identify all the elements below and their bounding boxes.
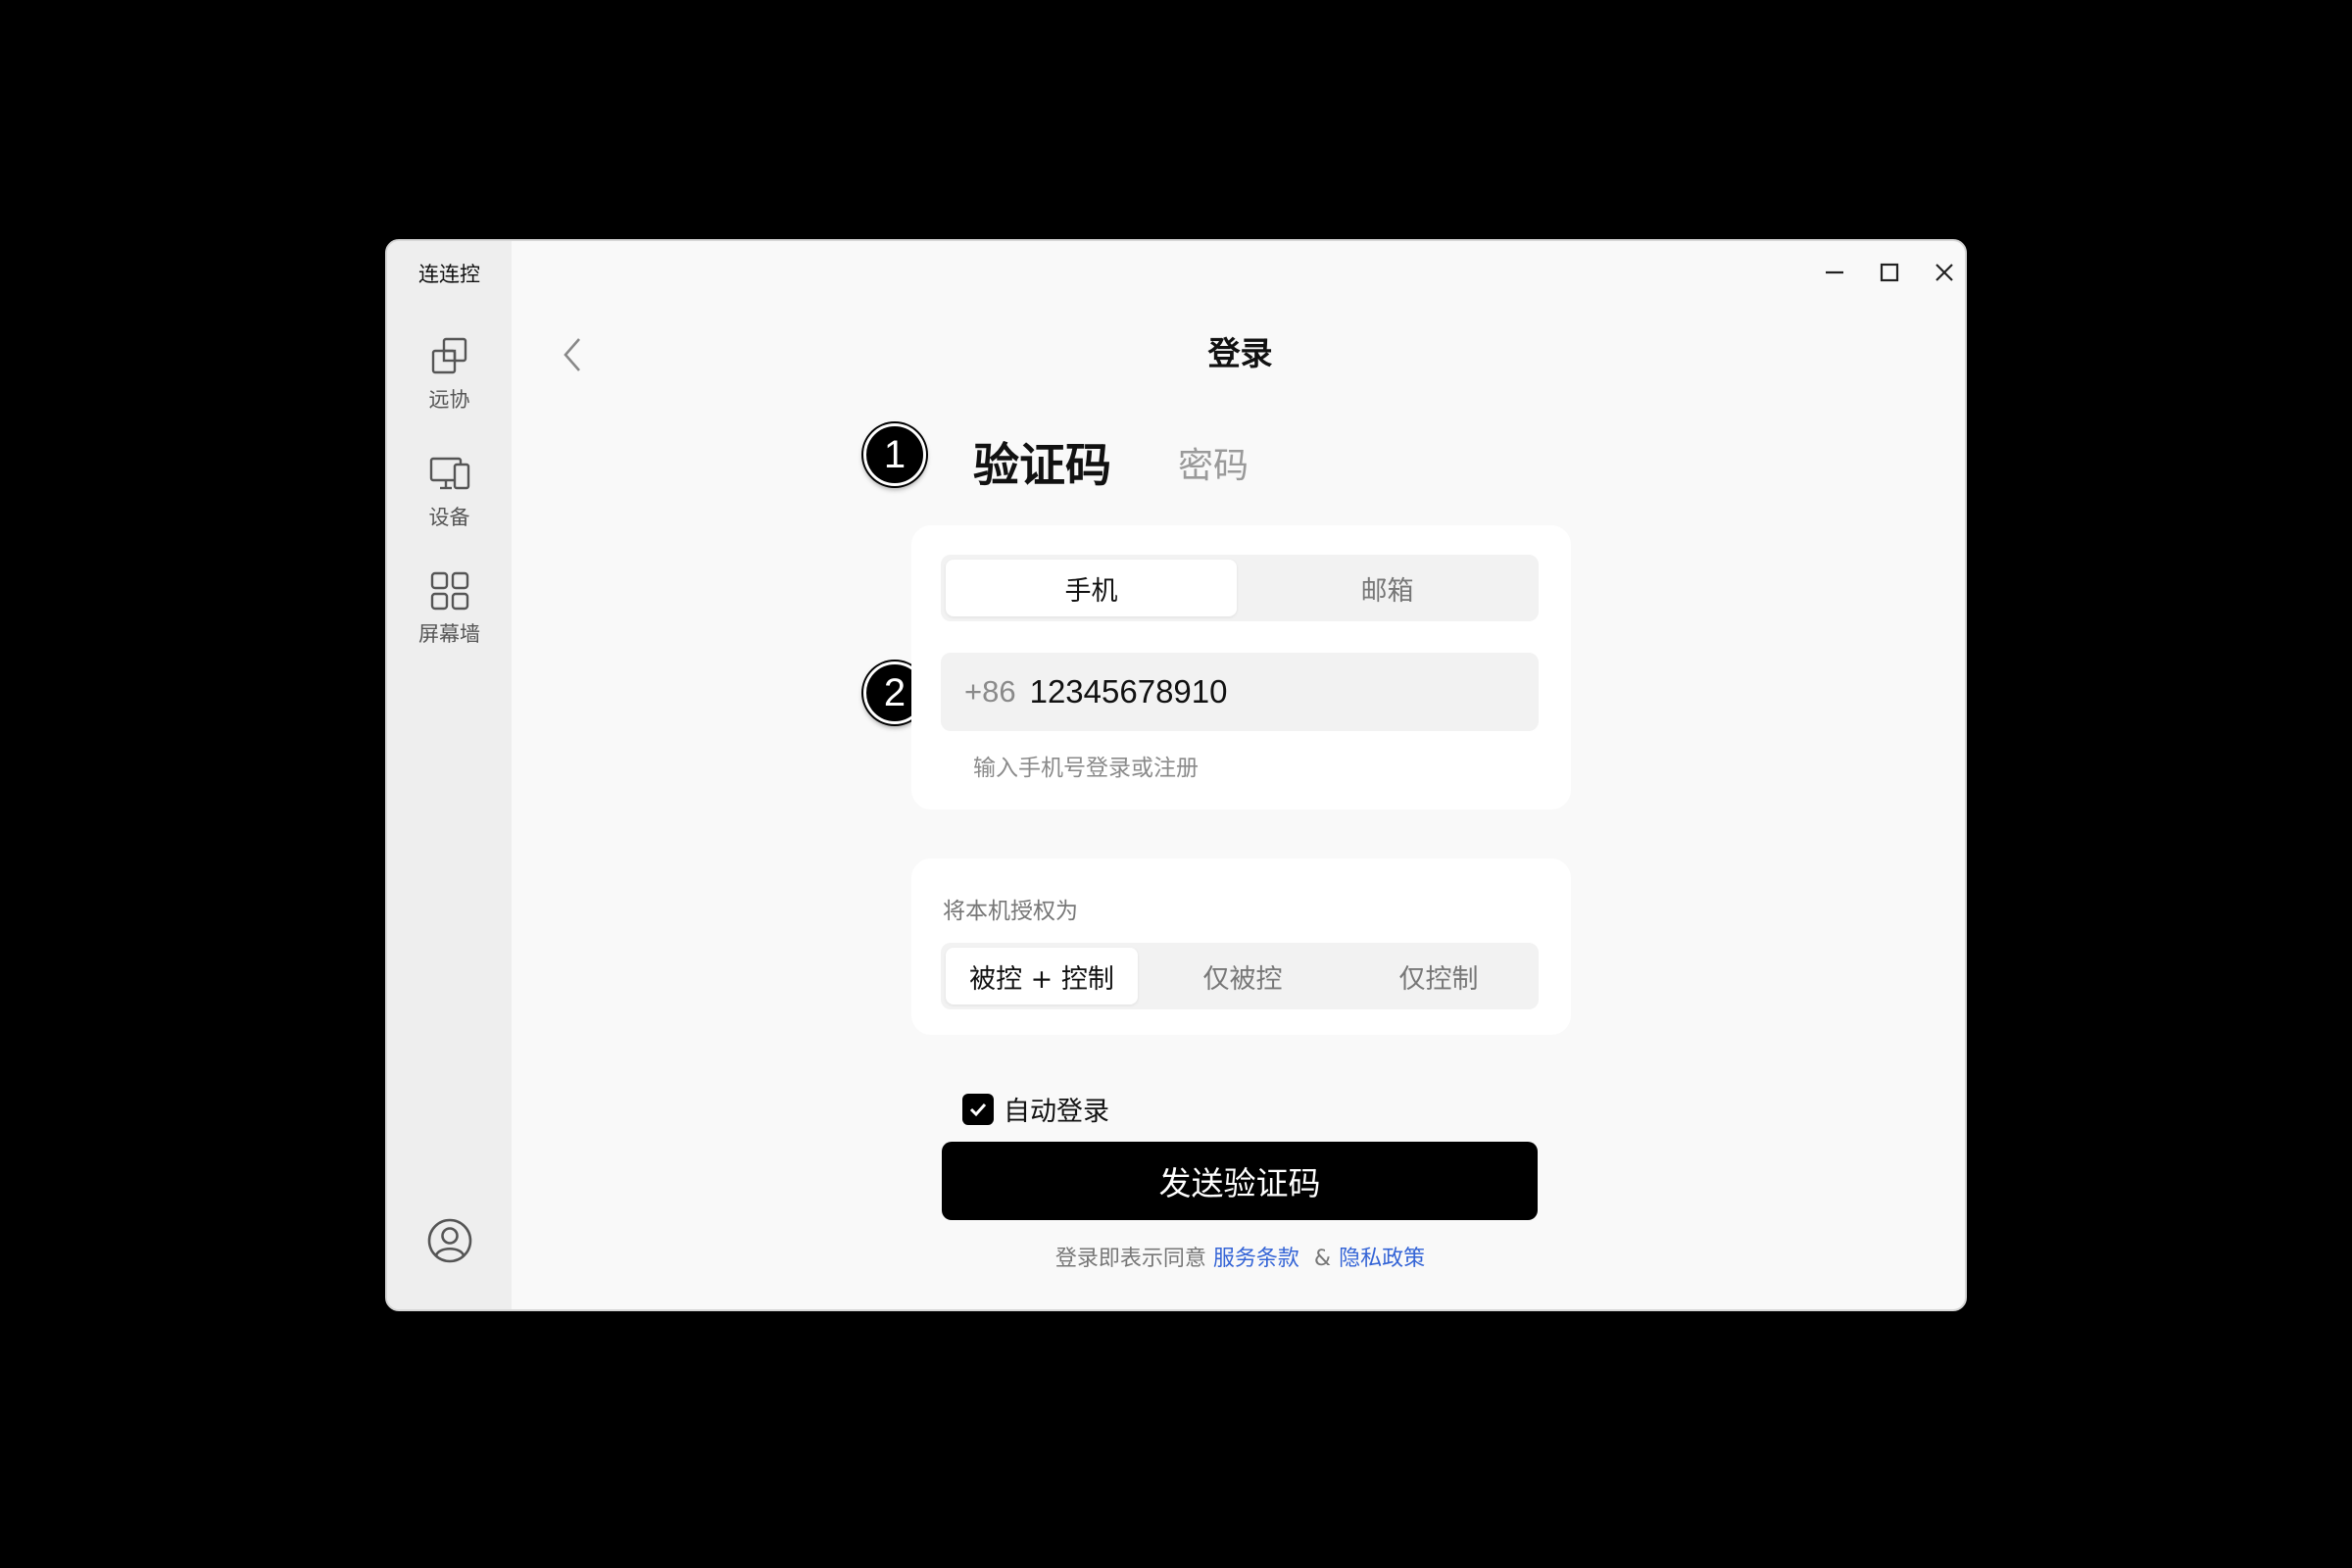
authorization-switch: 被控 + 控制 仅被控 仅控制 — [941, 943, 1539, 1009]
sidebar: 连连控 远协 设备 屏幕墙 — [387, 241, 512, 1309]
phone-hint: 输入手机号登录或注册 — [973, 756, 1199, 781]
sidebar-item-devices[interactable]: 设备 — [387, 453, 512, 541]
country-code[interactable]: +86 — [964, 674, 1016, 710]
terms-separator: & — [1313, 1247, 1332, 1271]
maximize-button[interactable] — [1872, 255, 1907, 290]
devices-icon — [429, 457, 469, 490]
authorization-label: 将本机授权为 — [943, 899, 1078, 924]
checkbox-checked[interactable] — [962, 1093, 994, 1125]
minimize-icon — [1826, 270, 1843, 274]
auto-login-label: 自动登录 — [1004, 1097, 1109, 1127]
send-code-button[interactable]: 发送验证码 — [942, 1142, 1538, 1220]
auth-option-both[interactable]: 被控 + 控制 — [946, 948, 1138, 1004]
phone-input[interactable]: +86 12345678910 — [941, 653, 1539, 731]
tab-verification-code[interactable]: 验证码 — [973, 427, 1111, 495]
screen-wall-icon — [430, 571, 468, 611]
sidebar-item-label: 屏幕墙 — [418, 622, 480, 646]
sidebar-item-screen-wall[interactable]: 屏幕墙 — [387, 569, 512, 658]
privacy-policy-link[interactable]: 隐私政策 — [1339, 1247, 1425, 1271]
minimize-button[interactable] — [1817, 255, 1852, 290]
auto-login-checkbox[interactable]: 自动登录 — [962, 1090, 1109, 1128]
close-icon — [1936, 264, 1953, 281]
app-title: 连连控 — [418, 263, 480, 286]
login-card: 手机 邮箱 +86 12345678910 输入手机号登录或注册 — [911, 525, 1571, 809]
annotation-badge-1: 1 — [863, 423, 926, 486]
account-type-email[interactable]: 邮箱 — [1242, 560, 1533, 616]
terms-agreement: 登录即表示同意 服务条款 & 隐私政策 — [387, 1241, 1965, 1272]
auth-option-control-only[interactable]: 仅控制 — [1343, 948, 1535, 1004]
authorization-card: 将本机授权为 被控 + 控制 仅被控 仅控制 — [911, 858, 1571, 1035]
tab-password[interactable]: 密码 — [1178, 437, 1249, 488]
phone-number-value[interactable]: 12345678910 — [1030, 673, 1228, 710]
service-terms-link[interactable]: 服务条款 — [1213, 1247, 1299, 1271]
maximize-icon — [1880, 263, 1899, 282]
sidebar-item-label: 远协 — [428, 388, 470, 412]
checkmark-icon — [969, 1102, 987, 1116]
app-window: 连连控 远协 设备 屏幕墙 登录 1 2 验证码 密码 手机 邮箱 +86 12… — [385, 239, 1967, 1311]
terms-prefix: 登录即表示同意 — [1054, 1247, 1206, 1271]
account-type-phone[interactable]: 手机 — [946, 560, 1237, 616]
sidebar-item-label: 设备 — [428, 506, 470, 529]
close-button[interactable] — [1927, 255, 1962, 290]
auth-option-controlled-only[interactable]: 仅被控 — [1147, 948, 1339, 1004]
page-title: 登录 — [1207, 334, 1273, 372]
account-type-switch: 手机 邮箱 — [941, 555, 1539, 621]
